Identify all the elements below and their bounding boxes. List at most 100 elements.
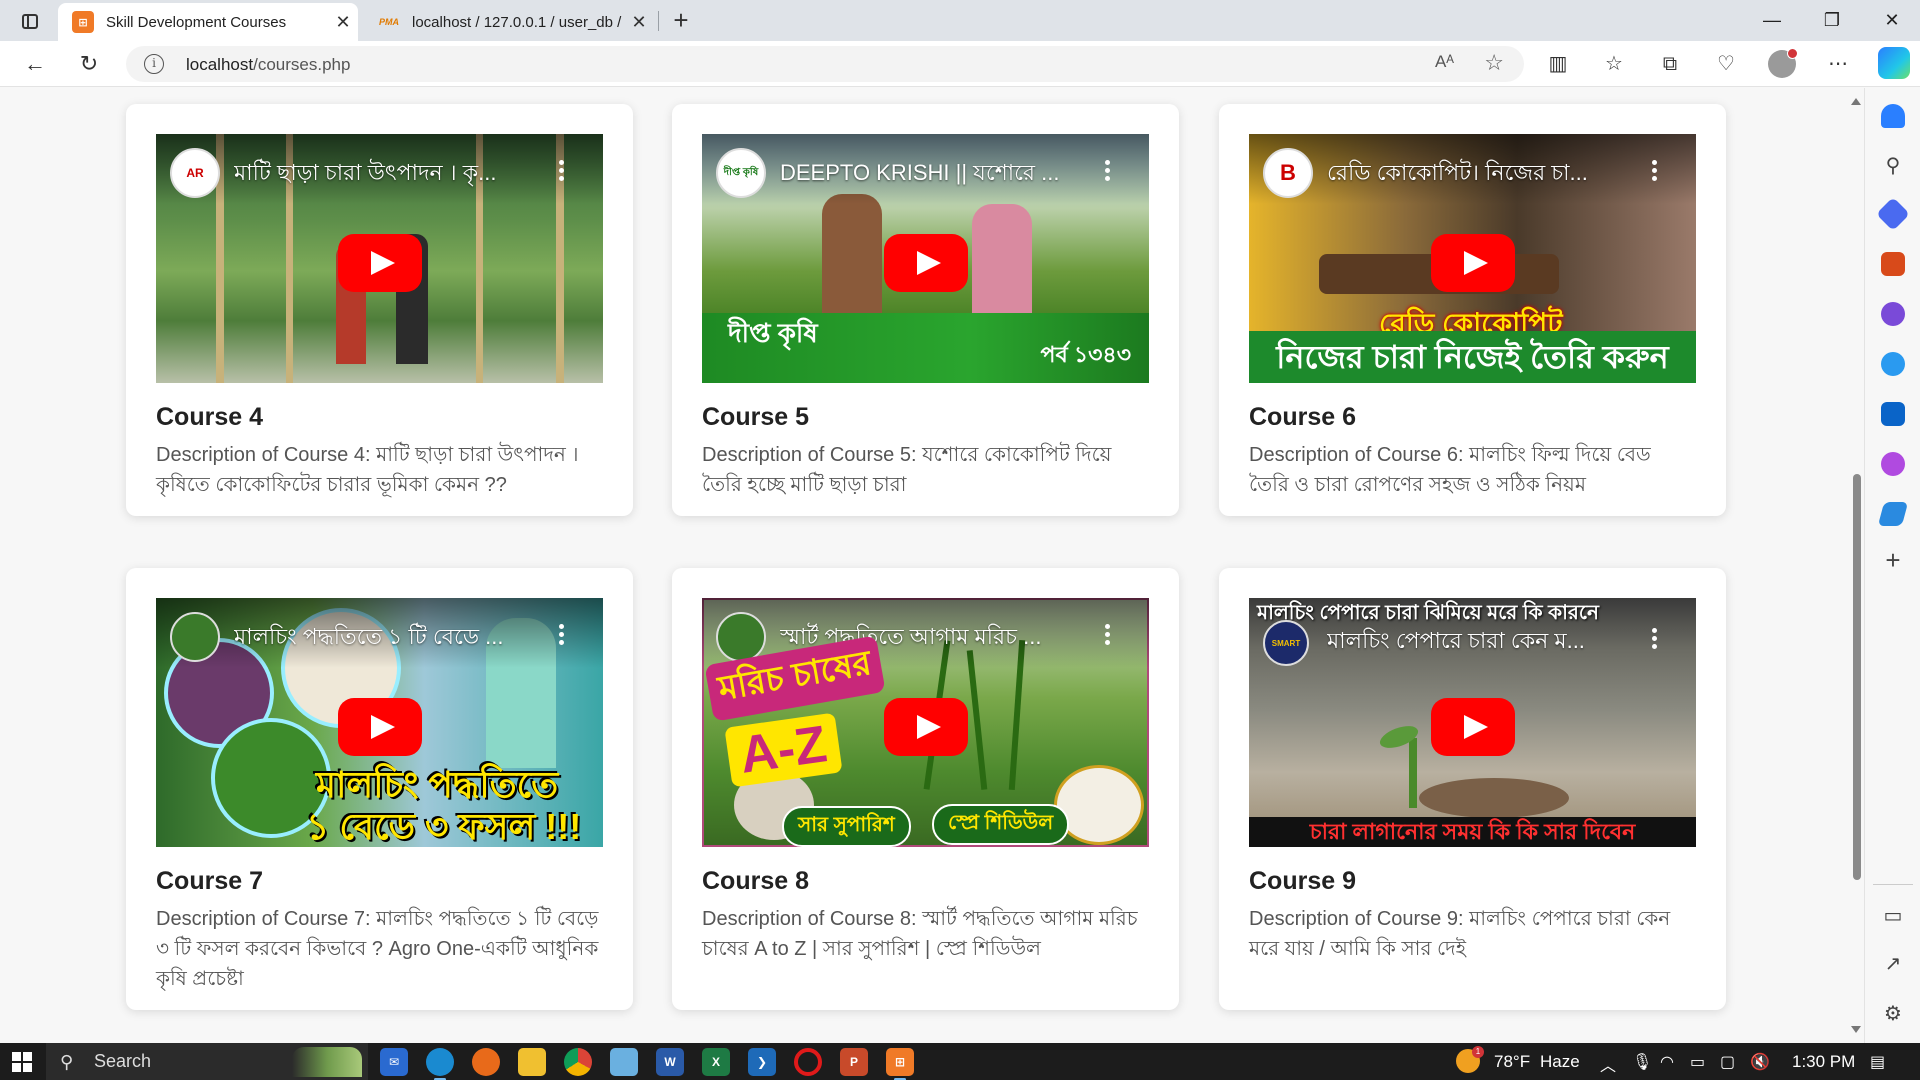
site-info-icon[interactable]: i: [144, 54, 164, 74]
outlook-icon[interactable]: [1881, 402, 1905, 426]
video-menu-icon[interactable]: [1105, 624, 1111, 648]
search-icon[interactable]: ⚲: [1879, 152, 1907, 180]
tab-phpmyadmin[interactable]: PMA localhost / 127.0.0.1 / user_db / u …: [364, 3, 654, 41]
open-external-icon[interactable]: ↗: [1879, 950, 1907, 978]
video-menu-icon[interactable]: [1652, 628, 1658, 652]
powerpoint-icon[interactable]: P: [840, 1048, 868, 1076]
scroll-up-arrow[interactable]: [1851, 98, 1861, 105]
close-window-button[interactable]: ✕: [1872, 4, 1912, 36]
read-aloud-icon[interactable]: Aᴬ: [1435, 52, 1454, 72]
channel-avatar[interactable]: [716, 612, 766, 662]
vertical-scrollbar[interactable]: [1848, 88, 1864, 1043]
maximize-button[interactable]: ❐: [1812, 4, 1852, 36]
scrollbar-thumb[interactable]: [1853, 474, 1861, 880]
taskbar-search-box[interactable]: ⚲ Search: [46, 1043, 368, 1080]
video-menu-icon[interactable]: [1105, 160, 1111, 184]
play-button[interactable]: [884, 698, 968, 756]
play-button[interactable]: [884, 234, 968, 292]
channel-avatar[interactable]: SMART: [1263, 620, 1309, 666]
notepad-icon[interactable]: [610, 1048, 638, 1076]
video-embed[interactable]: AR মাটি ছাড়া চারা উৎপাদন । কৃ...: [156, 134, 603, 383]
microphone-icon[interactable]: 🎙: [1632, 1052, 1652, 1072]
video-menu-icon[interactable]: [559, 624, 565, 648]
video-title[interactable]: মাটি ছাড়া চারা উৎপাদন । কৃ...: [234, 156, 553, 193]
tab-actions-button[interactable]: [14, 8, 46, 34]
video-embed[interactable]: স্মার্ট পদ্ধতিতে আগাম মরিচ ... মরিচ চাষে…: [702, 598, 1149, 847]
volume-muted-icon[interactable]: 🔇: [1750, 1052, 1770, 1072]
xampp-icon[interactable]: ⊞: [886, 1048, 914, 1080]
thumbnail-episode: পর্ব ১৩৪৩: [1040, 342, 1131, 367]
settings-gear-icon[interactable]: ⚙: [1879, 1000, 1907, 1028]
firefox-icon[interactable]: [472, 1048, 500, 1076]
url-text[interactable]: localhost/courses.php: [186, 55, 350, 75]
microsoft-365-icon[interactable]: [1881, 352, 1905, 376]
battery-icon[interactable]: ▭: [1690, 1052, 1705, 1072]
opera-icon[interactable]: [794, 1048, 822, 1076]
play-button[interactable]: [1431, 698, 1515, 756]
add-sidebar-app-icon[interactable]: +: [1879, 546, 1907, 574]
notifications-icon[interactable]: [1881, 104, 1905, 128]
video-title[interactable]: DEEPTO KRISHI || যশোরে ...: [780, 156, 1099, 193]
tab-title: Skill Development Courses: [106, 13, 287, 31]
profile-avatar[interactable]: [1768, 48, 1798, 78]
new-tab-button[interactable]: +: [666, 6, 696, 36]
vscode-icon[interactable]: ❯: [748, 1048, 776, 1076]
browser-essentials-icon[interactable]: ♡: [1710, 49, 1742, 79]
course-title: Course 6: [1249, 403, 1356, 431]
copilot-icon[interactable]: [1878, 47, 1910, 79]
video-embed[interactable]: B রেডি কোকোপিট। নিজের চা... রেডি কোকোপিট…: [1249, 134, 1696, 383]
tab-close-icon[interactable]: ✕: [624, 12, 654, 33]
device-icon[interactable]: ▢: [1720, 1052, 1735, 1072]
video-embed[interactable]: মালচিং পেপারে চারা ঝিমিয়ে মরে কি কারনে …: [1249, 598, 1696, 847]
windows-start-icon[interactable]: [12, 1052, 32, 1072]
channel-avatar[interactable]: AR: [170, 148, 220, 198]
weather-badge: 1: [1472, 1046, 1484, 1058]
mail-icon[interactable]: ✉: [380, 1048, 408, 1076]
channel-avatar[interactable]: দীপ্ত কৃষি: [716, 148, 766, 198]
favorites-icon[interactable]: ☆: [1598, 49, 1630, 79]
play-button[interactable]: [338, 234, 422, 292]
collections-icon[interactable]: ⧉: [1654, 49, 1686, 79]
video-title[interactable]: মালচিং পেপারে চারা কেন ম...: [1327, 624, 1646, 661]
back-button[interactable]: ←: [18, 48, 52, 80]
chrome-icon[interactable]: [564, 1048, 592, 1076]
edge-icon[interactable]: [426, 1048, 454, 1080]
tab-close-icon[interactable]: ✕: [328, 12, 358, 33]
file-explorer-icon[interactable]: [518, 1048, 546, 1076]
shopping-tag-icon[interactable]: [1876, 197, 1910, 231]
weather-temp[interactable]: 78°F: [1494, 1052, 1530, 1072]
split-screen-icon[interactable]: ▥: [1542, 49, 1574, 79]
send-icon[interactable]: [1877, 502, 1909, 526]
excel-icon[interactable]: X: [702, 1048, 730, 1076]
weather-condition[interactable]: Haze: [1540, 1052, 1580, 1072]
clock-time[interactable]: 1:30 PM: [1792, 1052, 1855, 1072]
video-embed[interactable]: দীপ্ত কৃষি DEEPTO KRISHI || যশোরে ... দী…: [702, 134, 1149, 383]
notifications-center-icon[interactable]: ▤: [1870, 1052, 1885, 1072]
video-embed[interactable]: মালচিং পদ্ধতিতে ১ টি বেডে ... মালচিং পদ্…: [156, 598, 603, 847]
video-menu-icon[interactable]: [1652, 160, 1658, 184]
address-bar[interactable]: i localhost/courses.php Aᴬ ☆: [126, 46, 1524, 82]
channel-avatar[interactable]: B: [1263, 148, 1313, 198]
thumbnail-banner: নিজের চারা নিজেই তৈরি করুন: [1249, 331, 1696, 383]
video-title[interactable]: রেডি কোকোপিট। নিজের চা...: [1327, 156, 1646, 193]
more-options-icon[interactable]: ⋯: [1822, 49, 1854, 79]
games-icon[interactable]: [1881, 302, 1905, 326]
video-menu-icon[interactable]: [559, 160, 565, 184]
tab-skill-development-courses[interactable]: ⊞ Skill Development Courses ✕: [58, 3, 358, 41]
tools-icon[interactable]: [1881, 252, 1905, 276]
play-button[interactable]: [338, 698, 422, 756]
minimize-button[interactable]: —: [1752, 4, 1792, 36]
show-hidden-icons-icon[interactable]: ︿: [1600, 1052, 1616, 1076]
scroll-down-arrow[interactable]: [1851, 1026, 1861, 1033]
hide-sidebar-icon[interactable]: ▭: [1879, 902, 1907, 930]
wifi-icon[interactable]: ◠: [1660, 1052, 1674, 1072]
course-title: Course 7: [156, 867, 263, 895]
designer-icon[interactable]: [1881, 452, 1905, 476]
play-button[interactable]: [1431, 234, 1515, 292]
video-title[interactable]: মালচিং পদ্ধতিতে ১ টি বেডে ...: [234, 620, 553, 657]
refresh-button[interactable]: ↻: [72, 48, 106, 80]
word-icon[interactable]: W: [656, 1048, 684, 1076]
course-card: স্মার্ট পদ্ধতিতে আগাম মরিচ ... মরিচ চাষে…: [672, 568, 1179, 1010]
favorite-star-icon[interactable]: ☆: [1484, 50, 1504, 76]
channel-avatar[interactable]: [170, 612, 220, 662]
